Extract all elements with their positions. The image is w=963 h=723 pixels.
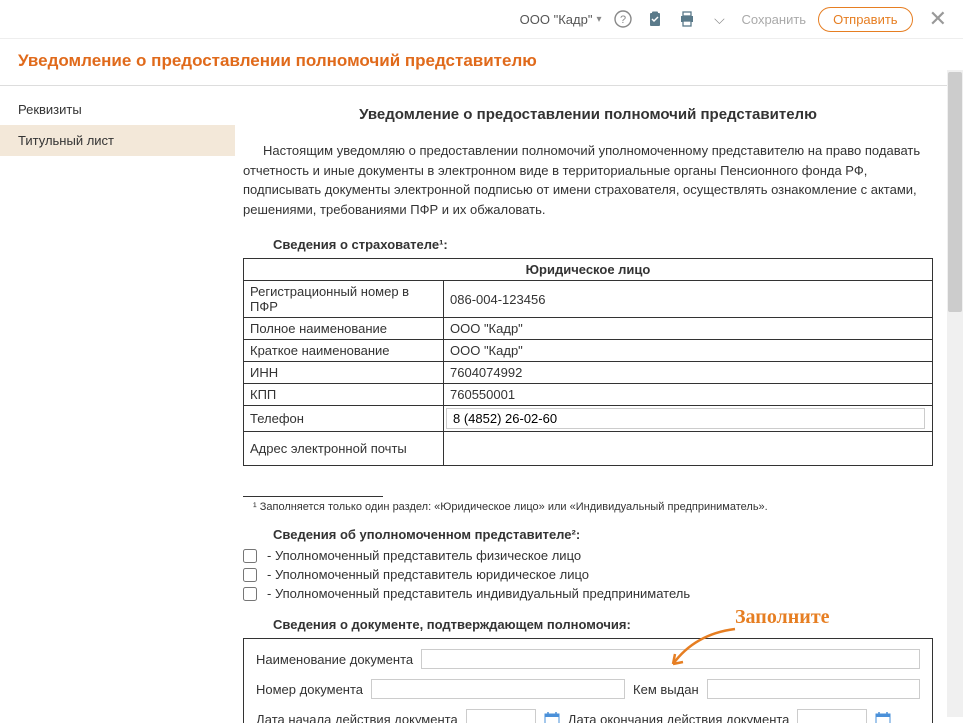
docname-input[interactable] <box>421 649 920 669</box>
scrollbar-thumb[interactable] <box>948 72 962 312</box>
enddate-input[interactable] <box>797 709 867 723</box>
phone-input[interactable] <box>446 408 925 429</box>
footnote-separator <box>243 496 383 497</box>
send-button[interactable]: Отправить <box>818 7 912 32</box>
issuedby-input[interactable] <box>707 679 920 699</box>
rep-option-label: - Уполномоченный представитель физическо… <box>267 548 581 563</box>
org-name-label: ООО "Кадр" <box>520 12 593 27</box>
kpp-label: КПП <box>244 384 444 406</box>
reg-num-label: Регистрационный номер в ПФР <box>244 281 444 318</box>
rep-option-entrepreneur: - Уполномоченный представитель индивидуа… <box>243 586 933 601</box>
enddate-label: Дата окончания действия документа <box>568 712 790 723</box>
fullname-label: Полное наименование <box>244 318 444 340</box>
insurer-section-heading: Сведения о страхователе¹: <box>273 237 933 252</box>
insurer-table: Юридическое лицо Регистрационный номер в… <box>243 258 933 466</box>
document-title: Уведомление о предоставлении полномочий … <box>243 106 933 123</box>
rep-checkbox-individual[interactable] <box>243 549 257 563</box>
chevron-down-icon: ▾ <box>596 14 601 25</box>
sidebar-item-requisites[interactable]: Реквизиты <box>0 94 235 125</box>
phone-label: Телефон <box>244 406 444 432</box>
sidebar-item-title-page[interactable]: Титульный лист <box>0 125 235 156</box>
calendar-icon[interactable] <box>875 711 891 723</box>
email-value[interactable] <box>444 432 933 466</box>
calendar-icon[interactable] <box>544 711 560 723</box>
inn-value: 7604074992 <box>444 362 933 384</box>
svg-text:?: ? <box>620 14 626 26</box>
rep-checkbox-legal[interactable] <box>243 568 257 582</box>
content-area: Уведомление о предоставлении полномочий … <box>235 86 963 723</box>
issuedby-label: Кем выдан <box>633 682 699 697</box>
shortname-label: Краткое наименование <box>244 340 444 362</box>
sidebar: Реквизиты Титульный лист <box>0 86 235 723</box>
sidebar-item-label: Титульный лист <box>18 133 114 148</box>
help-icon[interactable]: ? <box>613 9 633 29</box>
rep-option-legal: - Уполномоченный представитель юридическ… <box>243 567 933 582</box>
reg-num-value: 086-004-123456 <box>444 281 933 318</box>
representative-section-heading: Сведения об уполномоченном представителе… <box>273 527 933 542</box>
close-icon[interactable]: ✕ <box>925 6 951 32</box>
entity-header: Юридическое лицо <box>244 259 933 281</box>
startdate-input[interactable] <box>466 709 536 723</box>
docnum-label: Номер документа <box>256 682 363 697</box>
rep-option-individual: - Уполномоченный представитель физическо… <box>243 548 933 563</box>
rep-option-label: - Уполномоченный представитель индивидуа… <box>267 586 690 601</box>
kpp-value: 760550001 <box>444 384 933 406</box>
inn-label: ИНН <box>244 362 444 384</box>
docnum-input[interactable] <box>371 679 625 699</box>
rep-option-label: - Уполномоченный представитель юридическ… <box>267 567 589 582</box>
page-title: Уведомление о предоставлении полномочий … <box>0 39 963 86</box>
footnote-1: ¹ Заполняется только один раздел: «Юриди… <box>253 501 933 513</box>
clipboard-icon[interactable] <box>645 9 665 29</box>
docname-label: Наименование документа <box>256 652 413 667</box>
shortname-value: ООО "Кадр" <box>444 340 933 362</box>
save-link[interactable]: Сохранить <box>741 12 806 27</box>
vertical-scrollbar[interactable] <box>947 70 963 717</box>
top-toolbar: ООО "Кадр" ▾ ? ⌵ Сохранить Отправить ✕ <box>0 0 963 39</box>
email-label: Адрес электронной почты <box>244 432 444 466</box>
rep-checkbox-entrepreneur[interactable] <box>243 587 257 601</box>
dropdown-arrow-icon[interactable]: ⌵ <box>709 9 729 29</box>
org-selector[interactable]: ООО "Кадр" ▾ <box>520 12 602 27</box>
document-intro-paragraph: Настоящим уведомляю о предоставлении пол… <box>243 141 933 219</box>
doc-details-heading: Сведения о документе, подтверждающем пол… <box>273 617 933 632</box>
print-icon[interactable] <box>677 9 697 29</box>
startdate-label: Дата начала действия документа <box>256 712 458 723</box>
fullname-value: ООО "Кадр" <box>444 318 933 340</box>
sidebar-item-label: Реквизиты <box>18 102 82 117</box>
doc-details-box: Наименование документа Номер документа К… <box>243 638 933 723</box>
